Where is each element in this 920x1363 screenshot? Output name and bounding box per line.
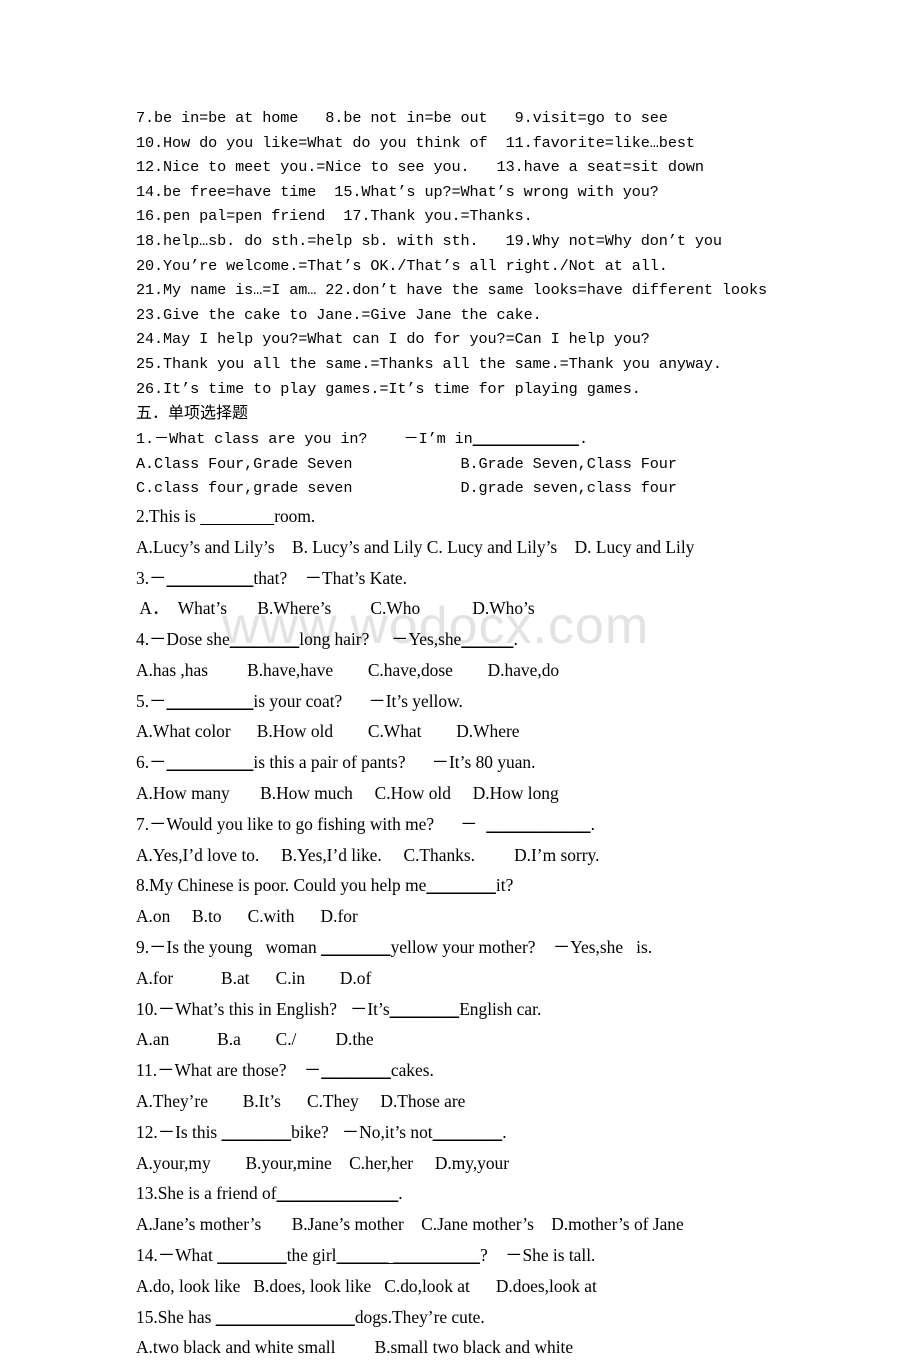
answer-blank[interactable] — [200, 506, 274, 526]
answer-blank-2[interactable]: ＿＿＿ — [461, 629, 513, 649]
question-options-11[interactable]: A.They’re B.It’s C.They D.Those are — [136, 1086, 836, 1117]
question-options-12[interactable]: A.your,my B.your,mine C.her,her D.my,you… — [136, 1148, 836, 1179]
question-stem-5: 5.－＿＿＿＿＿is your coat? －It’s yellow. — [136, 686, 836, 717]
answer-blank[interactable]: ＿＿＿＿ — [321, 937, 391, 957]
question-stem-14: 14.－What ＿＿＿＿the girl＿＿＿ ＿＿＿＿＿? －She is … — [136, 1240, 836, 1271]
question-options-15[interactable]: A.two black and white small B.small two … — [136, 1332, 836, 1363]
answer-blank[interactable]: ＿＿＿＿ — [230, 629, 300, 649]
question-stem-7: 7.－Would you like to go fishing with me?… — [136, 809, 836, 840]
stem-text-tail: is this a pair of pants? －It’s 80 yuan. — [253, 752, 536, 773]
stem-text-tail: . — [398, 1183, 403, 1204]
question-options-13[interactable]: A.Jane’s mother’s B.Jane’s mother C.Jane… — [136, 1209, 836, 1240]
section-heading: 五．单项选择题 — [136, 405, 249, 423]
answer-blank[interactable]: ＿＿＿＿ — [390, 999, 460, 1019]
stem-text: 1.－What class are you in? －I’m in — [136, 430, 473, 449]
synonym-line: 24.May I help you?=What can I do for you… — [136, 330, 650, 349]
stem-text: 6.－ — [136, 752, 167, 773]
stem-text: 15.She has — [136, 1306, 216, 1327]
stem-text-tail: yellow your mother? －Yes,she is. — [390, 937, 653, 958]
question-stem-13: 13.She is a friend of＿＿＿＿＿＿＿. — [136, 1178, 836, 1209]
answer-blank[interactable]: ＿＿＿＿ — [217, 1245, 287, 1265]
answer-blank[interactable]: ＿＿＿＿ — [222, 1122, 292, 1142]
stem-text: 9.－Is the young woman — [136, 937, 321, 958]
question-stem-1: 1.－What class are you in? －I’m in＿＿＿＿＿＿＿… — [136, 427, 836, 452]
synonym-line: 7.be in=be at home 8.be not in=be out 9.… — [136, 109, 668, 127]
question-options-5[interactable]: A.What color B.How old C.What D.Where — [136, 716, 836, 747]
answer-blank[interactable]: ＿＿＿＿＿＿＿ — [277, 1183, 399, 1203]
stem-text: 7.－Would you like to go fishing with me?… — [136, 813, 487, 834]
stem-text: 4.－Dose she — [136, 629, 230, 650]
question-options-10[interactable]: A.an B.a C./ D.the — [136, 1024, 836, 1055]
question-stem-3: 3.－＿＿＿＿＿that? －That’s Kate. — [136, 563, 836, 594]
synonym-line: 20.You’re welcome.=That’s OK./That’s all… — [136, 256, 668, 275]
synonym-line: 16.pen pal=pen friend 17.Thank you.=Than… — [136, 207, 533, 226]
synonym-line: 10.How do you like=What do you think of … — [136, 133, 695, 152]
stem-text: 11.－What are those? － — [136, 1060, 322, 1081]
question-options-3[interactable]: A． What’s B.Where’s C.Who D.Who’s — [136, 593, 836, 624]
stem-text: 10.－What’s this in English? －It’s — [136, 998, 390, 1019]
stem-text-mid: bike? －No,it’s not — [291, 1121, 433, 1142]
answer-blank[interactable]: ＿＿＿＿＿ — [166, 691, 253, 711]
question-stem-9: 9.－Is the young woman ＿＿＿＿yellow your mo… — [136, 932, 836, 963]
stem-text-tail: . — [578, 430, 588, 449]
question-options-4[interactable]: A.has ,has B.have,have C.have,dose D.hav… — [136, 655, 836, 686]
question-options-7[interactable]: A.Yes,I’d love to. B.Yes,I’d like. C.Tha… — [136, 840, 836, 871]
question-stem-15: 15.She has ＿＿＿＿＿＿＿＿dogs.They’re cute. — [136, 1302, 836, 1333]
synonym-line: 18.help…sb. do sth.=help sb. with sth. 1… — [136, 231, 722, 250]
answer-blank[interactable]: ＿＿＿＿ — [321, 1060, 391, 1080]
stem-text-tail: . — [590, 813, 595, 834]
question-options-1[interactable]: C.class four,grade seven D.grade seven,c… — [136, 476, 836, 501]
stem-text-tail: . — [513, 629, 518, 650]
stem-text: 2.This is — [136, 505, 201, 526]
stem-text-mid: the girl — [286, 1245, 337, 1266]
stem-text-tail: it? — [495, 875, 514, 896]
synonym-line: 12.Nice to meet you.=Nice to see you. 13… — [136, 158, 704, 177]
question-stem-10: 10.－What’s this in English? －It’s＿＿＿＿Eng… — [136, 994, 836, 1025]
stem-text: 3.－ — [136, 567, 167, 588]
synonym-line: 26.It’s time to play games.=It’s time fo… — [136, 379, 641, 398]
stem-text-tail: is your coat? －It’s yellow. — [253, 690, 463, 711]
answer-blank[interactable]: ＿＿＿＿＿ — [166, 752, 253, 772]
synonym-line: 21.My name is…=I am… 22.don’t have the s… — [136, 281, 767, 300]
question-stem-11: 11.－What are those? －＿＿＿＿cakes. — [136, 1055, 836, 1086]
synonym-line: 23.Give the cake to Jane.=Give Jane the … — [136, 305, 542, 324]
question-stem-2: 2.This is room. — [136, 501, 836, 532]
stem-text: 12.－Is this — [136, 1121, 222, 1142]
stem-text-mid: long hair? －Yes,she — [299, 629, 462, 650]
document-page: www.wodocx.com 7.be in=be at home 8.be n… — [0, 0, 920, 1357]
question-options-14[interactable]: A.do, look like B.does, look like C.do,l… — [136, 1271, 836, 1302]
document-content: 7.be in=be at home 8.be not in=be out 9.… — [136, 106, 836, 1363]
answer-blank[interactable]: ＿＿＿＿＿ — [166, 568, 253, 588]
question-options-1[interactable]: A.Class Four,Grade Seven B.Grade Seven,C… — [136, 452, 836, 477]
stem-text: 5.－ — [136, 690, 167, 711]
synonym-line: 14.be free=have time 15.What’s up?=What’… — [136, 182, 659, 201]
stem-text-tail: that? －That’s Kate. — [253, 567, 407, 588]
answer-blank[interactable]: ＿＿＿＿＿＿＿ — [473, 430, 579, 448]
question-options-8[interactable]: A.on B.to C.with D.for — [136, 901, 836, 932]
question-options-2[interactable]: A.Lucy’s and Lily’s B. Lucy’s and Lily C… — [136, 532, 836, 563]
question-stem-12: 12.－Is this ＿＿＿＿bike? －No,it’s not＿＿＿＿. — [136, 1117, 836, 1148]
stem-text-tail: . — [502, 1121, 507, 1142]
question-stem-8: 8.My Chinese is poor. Could you help me＿… — [136, 870, 836, 901]
stem-text-tail: English car. — [459, 998, 542, 1019]
question-stem-6: 6.－＿＿＿＿＿is this a pair of pants? －It’s 8… — [136, 747, 836, 778]
stem-text-tail: cakes. — [390, 1060, 434, 1081]
stem-text-tail: dogs.They’re cute. — [354, 1306, 485, 1327]
stem-text: 14.－What — [136, 1245, 218, 1266]
answer-blank[interactable]: ＿＿＿＿ — [426, 875, 496, 895]
question-stem-4: 4.－Dose she＿＿＿＿long hair? －Yes,she＿＿＿. — [136, 624, 836, 655]
synonym-line: 25.Thank you all the same.=Thanks all th… — [136, 354, 722, 373]
question-options-9[interactable]: A.for B.at C.in D.of — [136, 963, 836, 994]
stem-text-tail: ? －She is tall. — [479, 1245, 596, 1266]
answer-blank[interactable]: ＿＿＿＿＿＿ — [486, 814, 590, 834]
question-options-6[interactable]: A.How many B.How much C.How old D.How lo… — [136, 778, 836, 809]
answer-blank-2[interactable]: ＿＿＿ ＿＿＿＿＿ — [336, 1245, 479, 1265]
answer-blank[interactable]: ＿＿＿＿＿＿＿＿ — [216, 1307, 355, 1327]
stem-text-tail: room. — [274, 505, 316, 526]
answer-blank-2[interactable]: ＿＿＿＿ — [433, 1122, 503, 1142]
stem-text: 8.My Chinese is poor. Could you help me — [136, 875, 427, 896]
stem-text: 13.She is a friend of — [136, 1183, 277, 1204]
